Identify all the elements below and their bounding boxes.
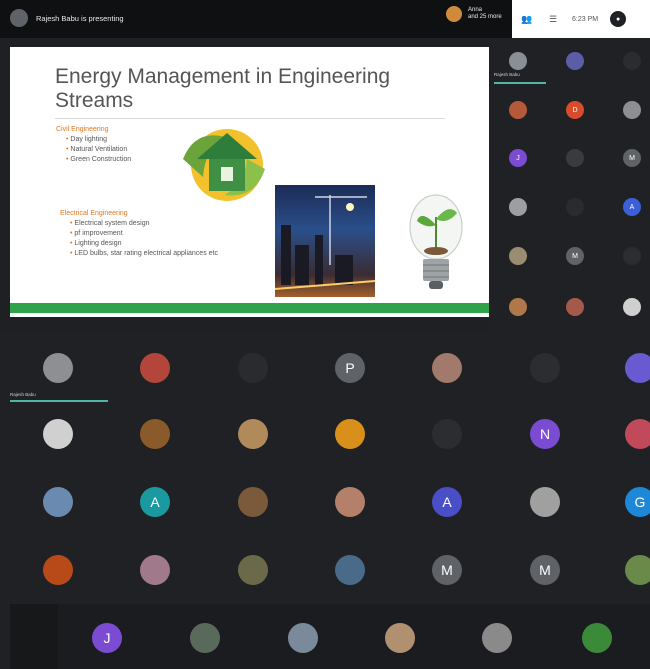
presenter-banner: Rajesh Babu is presenting [10, 9, 124, 27]
presented-slide: Energy Management in Engineering Streams… [10, 47, 489, 317]
participant-avatar[interactable] [482, 623, 512, 653]
civil-item: Day lighting [56, 135, 131, 145]
participant-avatar[interactable] [566, 298, 584, 316]
participant-avatar[interactable] [625, 353, 650, 383]
you-avatar[interactable]: ● [610, 11, 627, 27]
electrical-section: Electrical Engineering Electrical system… [60, 209, 218, 259]
participant-avatar[interactable] [385, 623, 415, 653]
participant-avatar[interactable]: J [509, 149, 527, 167]
side-participant-grid: Rajesh Babu D J M A M [489, 40, 650, 332]
top-bar: Rajesh Babu is presenting Anna and 25 mo… [0, 0, 650, 38]
participant-avatar[interactable] [43, 353, 73, 383]
self-tile-label: Rajesh Babu [494, 72, 520, 77]
electrical-item: LED bulbs, star rating electrical applia… [60, 249, 218, 259]
city-night-image [274, 185, 376, 297]
electrical-item: Lighting design [60, 239, 218, 249]
participant-avatar[interactable] [530, 487, 560, 517]
electrical-item: pf improvement [60, 229, 218, 239]
participant-avatar[interactable] [566, 52, 584, 70]
participant-avatar[interactable] [623, 101, 641, 119]
participant-avatar[interactable] [140, 555, 170, 585]
participant-avatar[interactable] [509, 298, 527, 316]
civil-heading: Civil Engineering [56, 126, 109, 133]
participant-avatar[interactable] [566, 149, 584, 167]
participant-avatar[interactable]: N [530, 419, 560, 449]
chat-icon[interactable]: ☰ [546, 14, 560, 24]
participants-summary[interactable]: Anna and 25 more [446, 6, 502, 22]
participant-avatar[interactable] [509, 247, 527, 265]
participant-avatar[interactable] [238, 555, 268, 585]
participant-avatar[interactable] [238, 353, 268, 383]
speaker-tile-label: Rajesh Babu [10, 392, 36, 397]
civil-item: Natural Ventilation [56, 145, 131, 155]
clock: 6:23 PM [572, 15, 599, 23]
slide-title: Energy Management in Engineering Streams [55, 65, 391, 112]
participant-avatar[interactable]: A [432, 487, 462, 517]
electrical-item: Electrical system design [60, 219, 218, 229]
participant-avatar[interactable] [335, 487, 365, 517]
participant-avatar[interactable] [432, 419, 462, 449]
participant-avatar[interactable]: A [140, 487, 170, 517]
participant-grid: Rajesh Babu P N A A G M M J [0, 332, 650, 669]
participant-avatar[interactable]: P [335, 353, 365, 383]
civil-item: Green Construction [56, 155, 131, 165]
participant-avatar[interactable]: M [566, 247, 584, 265]
participant-avatar[interactable] [582, 623, 612, 653]
participant-avatar[interactable] [566, 198, 584, 216]
participant-avatar[interactable] [509, 52, 527, 70]
participant-avatar[interactable] [238, 419, 268, 449]
participants-first-name: Anna [468, 7, 483, 13]
participant-avatar[interactable] [140, 353, 170, 383]
participant-avatar[interactable]: A [623, 198, 641, 216]
slide-footer-bar [10, 303, 489, 313]
speaker-tile-indicator [10, 400, 108, 402]
presenter-avatar [10, 9, 28, 27]
participant-avatar[interactable] [509, 198, 527, 216]
participant-avatar [446, 6, 462, 22]
participant-avatar[interactable] [625, 555, 650, 585]
participant-avatar[interactable] [335, 419, 365, 449]
participant-avatar[interactable] [43, 555, 73, 585]
electrical-heading: Electrical Engineering [60, 210, 128, 217]
participant-avatar[interactable]: D [566, 101, 584, 119]
participant-avatar[interactable] [623, 52, 641, 70]
participant-avatar[interactable] [140, 419, 170, 449]
participant-avatar[interactable] [530, 353, 560, 383]
self-tile-indicator [494, 82, 546, 84]
bottom-row-strip [58, 604, 650, 669]
participant-avatar[interactable] [238, 487, 268, 517]
participant-avatar[interactable] [623, 298, 641, 316]
presenting-text: Rajesh Babu is presenting [36, 13, 124, 23]
participant-avatar[interactable] [432, 353, 462, 383]
participant-avatar[interactable]: M [432, 555, 462, 585]
bulb-plant-image [409, 194, 463, 289]
meeting-controls: 👥 ☰ 6:23 PM ● [512, 0, 650, 38]
participant-avatar[interactable] [43, 487, 73, 517]
green-home-image [183, 129, 265, 201]
participant-avatar[interactable] [190, 623, 220, 653]
participant-avatar[interactable] [623, 247, 641, 265]
people-icon[interactable]: 👥 [520, 14, 534, 24]
participant-avatar[interactable] [335, 555, 365, 585]
participant-avatar[interactable] [509, 101, 527, 119]
empty-tile [10, 604, 58, 669]
participant-avatar[interactable]: G [625, 487, 650, 517]
participants-more: and 25 more [468, 14, 502, 20]
participant-avatar[interactable]: M [530, 555, 560, 585]
participant-avatar[interactable]: J [92, 623, 122, 653]
participant-avatar[interactable]: M [623, 149, 641, 167]
participant-avatar[interactable] [288, 623, 318, 653]
civil-section: Civil Engineering Day lighting Natural V… [56, 125, 131, 165]
participant-avatar[interactable] [43, 419, 73, 449]
participant-avatar[interactable] [625, 419, 650, 449]
